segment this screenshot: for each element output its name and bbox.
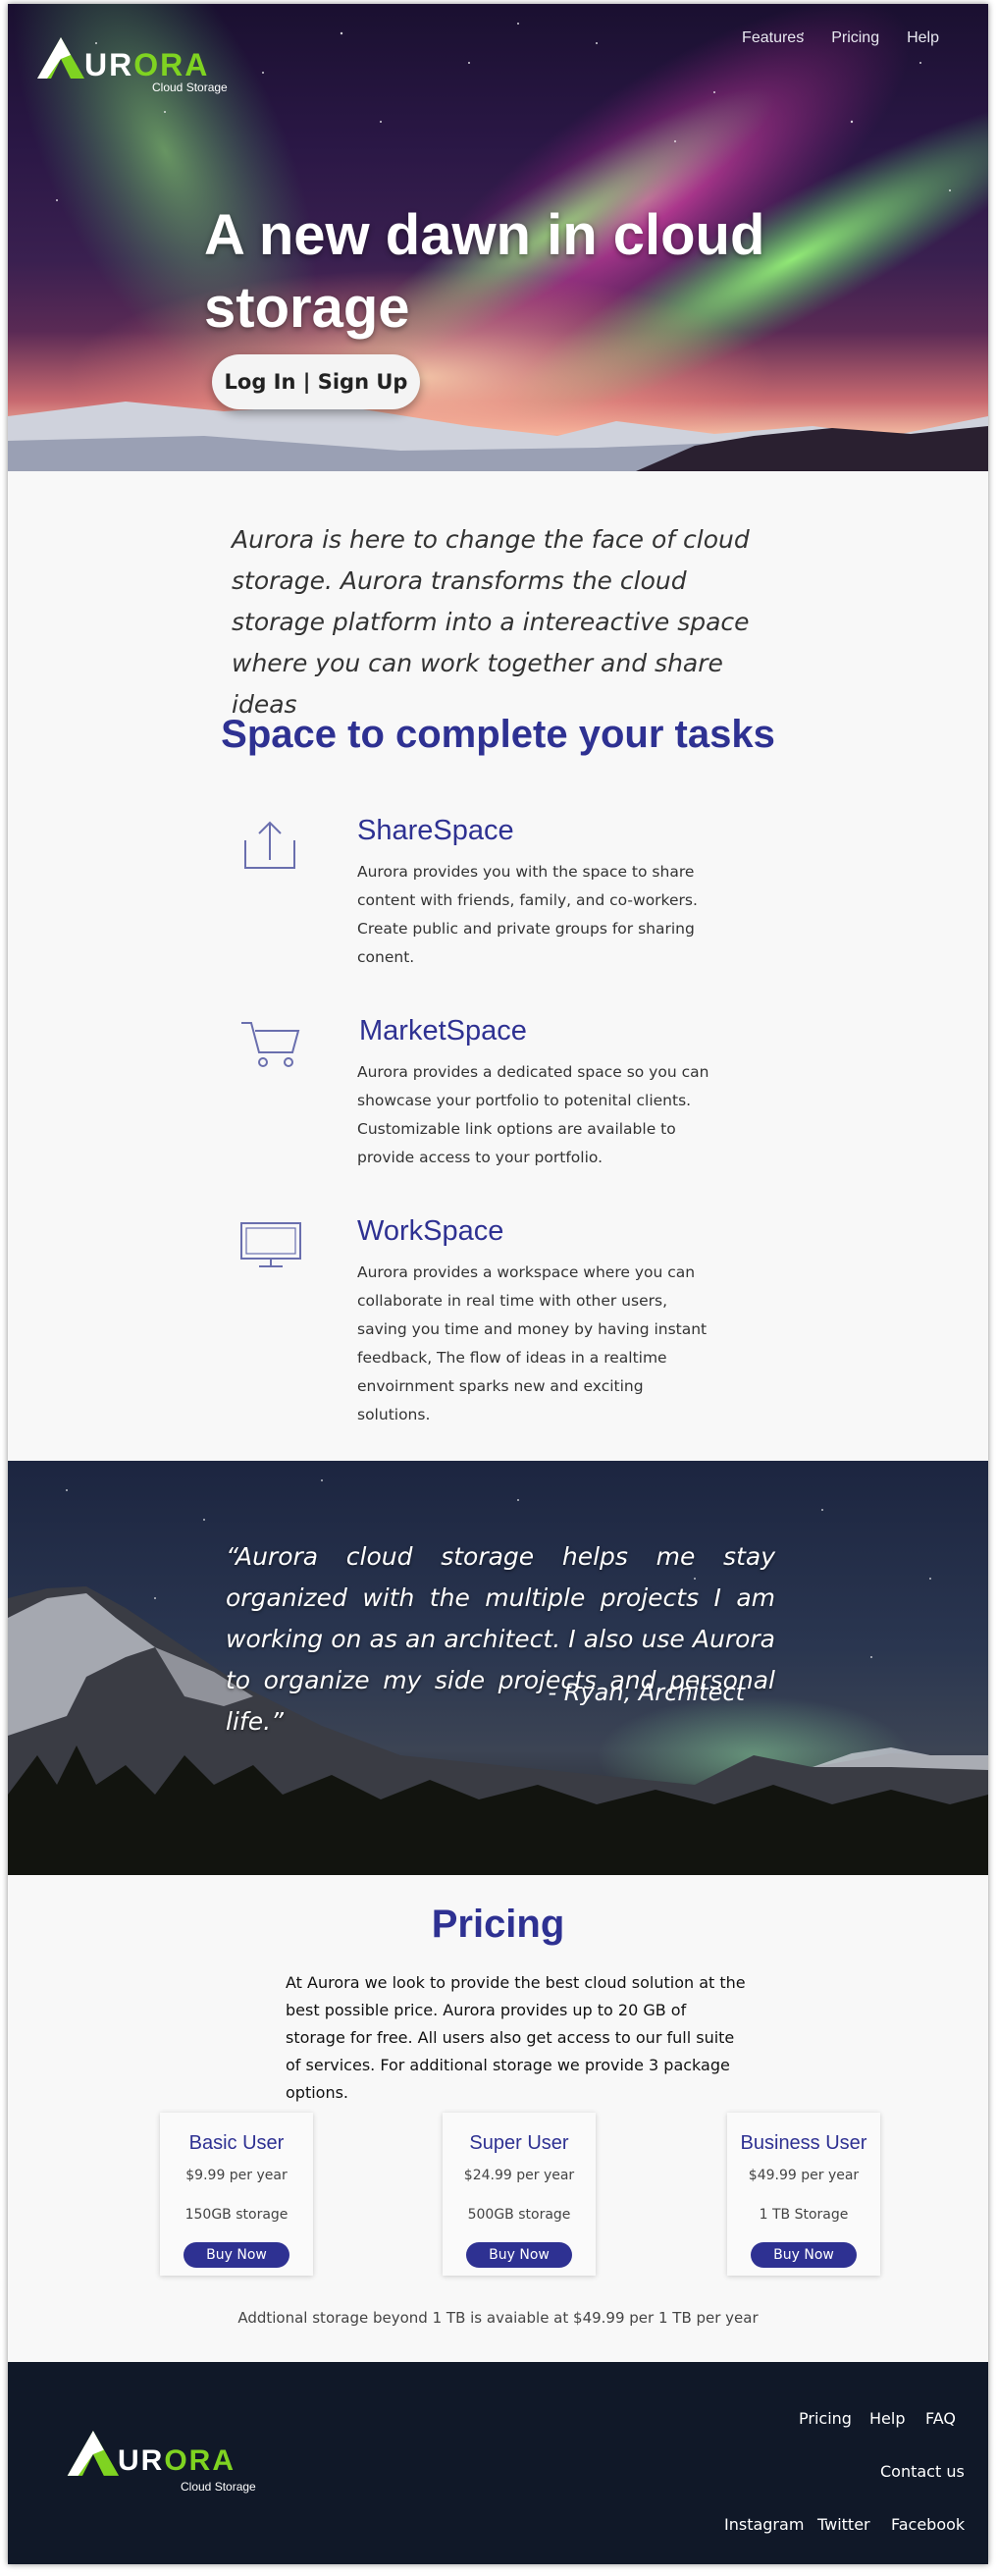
footer-brand-tagline: Cloud Storage bbox=[181, 2480, 256, 2494]
plan-price: $24.99 per year bbox=[463, 2168, 575, 2183]
footer-link-help[interactable]: Help bbox=[869, 2409, 905, 2428]
feature-text: Aurora provides a dedicated space so you… bbox=[357, 1063, 709, 1166]
plan-storage: 150GB storage bbox=[184, 2207, 289, 2223]
hero-section: URORA Cloud Storage Features Pricing Hel… bbox=[8, 4, 988, 471]
monitor-icon bbox=[240, 1222, 301, 1267]
footer-link-contact[interactable]: Contact us bbox=[880, 2462, 965, 2481]
footer-link-pricing[interactable]: Pricing bbox=[799, 2409, 852, 2428]
feature-title: MarketSpace bbox=[359, 1015, 527, 1046]
brand-wordmark: URORA bbox=[84, 47, 210, 82]
page-frame: URORA Cloud Storage Features Pricing Hel… bbox=[8, 4, 988, 2564]
plan-name: Basic User bbox=[188, 2132, 285, 2154]
brand-tagline: Cloud Storage bbox=[152, 80, 228, 94]
footer-link-facebook[interactable]: Facebook bbox=[891, 2515, 965, 2534]
logo-mark-icon bbox=[37, 37, 84, 79]
footer-link-instagram[interactable]: Instagram bbox=[724, 2515, 804, 2534]
feature-text: Aurora provides a workspace where you ca… bbox=[357, 1263, 708, 1423]
pricing-title: Pricing bbox=[431, 1903, 565, 1946]
buy-now-button[interactable]: Buy Now bbox=[184, 2242, 289, 2268]
plan-storage: 500GB storage bbox=[467, 2207, 571, 2223]
footer-brand-logo[interactable]: URORA Cloud Storage bbox=[67, 2431, 283, 2499]
plan-storage: 1 TB Storage bbox=[759, 2207, 849, 2223]
top-nav: Features Pricing Help bbox=[742, 29, 939, 47]
plan-name: Super User bbox=[469, 2132, 569, 2154]
cart-icon bbox=[241, 1022, 300, 1067]
plan-card-super: Super User $24.99 per year 500GB storage… bbox=[443, 2113, 596, 2276]
nav-pricing[interactable]: Pricing bbox=[831, 29, 879, 47]
footer: URORA Cloud Storage Pricing Help FAQ Con… bbox=[8, 2362, 988, 2564]
nav-features[interactable]: Features bbox=[742, 29, 804, 47]
feature-title: ShareSpace bbox=[357, 815, 514, 846]
footer-link-twitter[interactable]: Twitter bbox=[817, 2515, 870, 2534]
plan-card-business: Business User $49.99 per year 1 TB Stora… bbox=[727, 2113, 880, 2276]
plan-price: $9.99 per year bbox=[185, 2168, 288, 2183]
testimonial-quote: “Aurora cloud storage helps me stay orga… bbox=[226, 1542, 775, 1736]
plan-name: Business User bbox=[740, 2132, 867, 2154]
buy-now-button[interactable]: Buy Now bbox=[751, 2242, 857, 2268]
plan-price: $49.99 per year bbox=[748, 2168, 860, 2183]
brand-logo[interactable]: URORA Cloud Storage bbox=[37, 31, 234, 100]
feature-text: Aurora provides you with the space to sh… bbox=[357, 863, 698, 966]
tasks-title: Space to complete your tasks bbox=[221, 713, 775, 756]
feature-title: WorkSpace bbox=[357, 1215, 504, 1247]
testimonial-section: “Aurora cloud storage helps me stay orga… bbox=[8, 1461, 988, 1875]
logo-mark-icon bbox=[67, 2431, 120, 2476]
login-signup-button[interactable]: Log In | Sign Up bbox=[212, 354, 420, 409]
intro-text: Aurora is here to change the face of clo… bbox=[232, 525, 750, 719]
plan-card-basic: Basic User $9.99 per year 150GB storage … bbox=[160, 2113, 313, 2276]
footer-link-faq[interactable]: FAQ bbox=[925, 2409, 956, 2428]
pricing-description: At Aurora we look to provide the best cl… bbox=[286, 1973, 746, 2102]
nav-help[interactable]: Help bbox=[907, 29, 939, 47]
buy-now-button[interactable]: Buy Now bbox=[466, 2242, 572, 2268]
testimonial-author: - Ryan, Architect bbox=[548, 1679, 745, 1706]
footer-brand-wordmark: URORA bbox=[118, 2444, 236, 2477]
hero-title: A new dawn in cloud storage bbox=[204, 202, 765, 340]
upload-icon bbox=[244, 821, 295, 869]
additional-storage-note: Addtional storage beyond 1 TB is avaiabl… bbox=[237, 2309, 759, 2327]
